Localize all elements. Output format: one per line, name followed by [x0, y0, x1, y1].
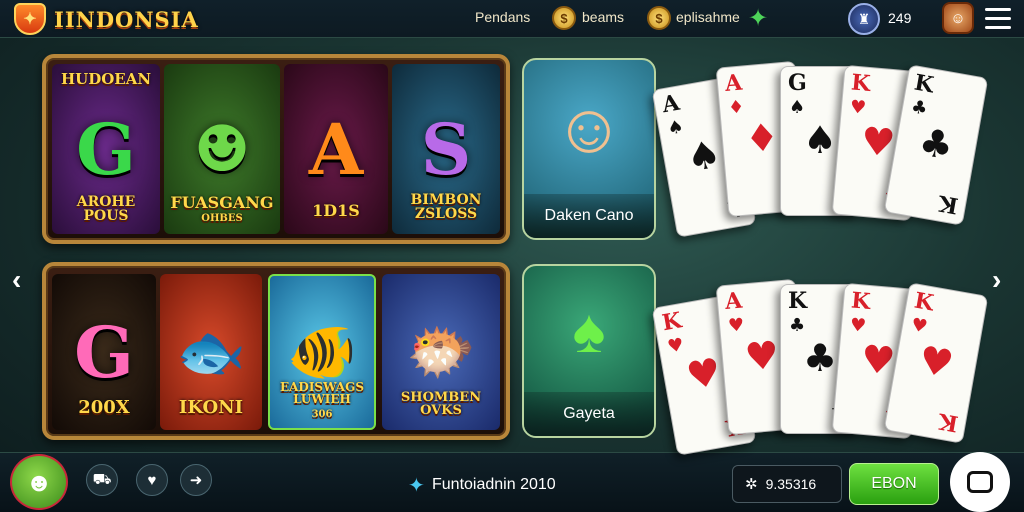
slot-tile-label: FUASGANG	[170, 193, 274, 213]
coin-icon: $	[552, 6, 576, 30]
slot-tile[interactable]: A 1D1S	[284, 64, 388, 234]
hamburger-menu-icon[interactable]	[985, 8, 1011, 30]
slot-tile[interactable]: ☻ FUASGANG OHBES	[164, 64, 280, 234]
nav-link-pendans[interactable]: Pendans	[475, 9, 530, 25]
slot-tile-top-label: HUDOEAN	[60, 70, 152, 88]
slot-tile-symbol: S	[420, 107, 472, 191]
slots-panel-bottom: G 200X 🐟 IKONI 🐠 EADISWAGS LUWIEH 306 🐡 …	[42, 262, 510, 440]
cart-icon[interactable]: ⛟	[86, 464, 118, 496]
game-emblem-icon: ♠	[572, 297, 606, 366]
slot-tile-label: IKONI	[178, 397, 244, 419]
chat-bubble-icon	[967, 471, 993, 493]
slot-tile[interactable]: S BIMBON ZSLOSS	[392, 64, 500, 234]
card-rank-bottom: K	[936, 189, 961, 219]
live-game-card[interactable]: ☺ Daken Cano	[522, 58, 656, 240]
next-arrow-icon[interactable]: ›	[992, 264, 1001, 296]
balance-value: 249	[888, 10, 912, 26]
card-rank: K	[912, 69, 936, 99]
slot-tile-symbol: G	[74, 310, 134, 394]
brand-logo-icon[interactable]: ✦	[14, 3, 46, 35]
slot-tile-symbol: G	[76, 107, 136, 191]
card-rank-bottom: K	[936, 407, 961, 437]
slot-tile-label: SHOMBEN OVKS	[400, 389, 482, 419]
fish-icon: 🐟	[176, 320, 246, 383]
logo-glyph: ✦	[23, 11, 37, 28]
bet-amount-field[interactable]: ✲ 9.35316	[732, 465, 842, 503]
slot-tile-sublabel: OHBES	[201, 212, 243, 224]
card-rank: K	[912, 287, 936, 317]
card-suit-icon: ♣	[789, 315, 806, 336]
prev-arrow-icon[interactable]: ‹	[12, 264, 21, 296]
slot-tile[interactable]: HUDOEAN G AROHE POUS	[52, 64, 160, 234]
card-suit-icon: ♥	[849, 96, 868, 119]
card-suit-icon: ♥	[849, 314, 868, 337]
nav-link-eplisahme[interactable]: eplisahme	[676, 9, 740, 25]
brand-title: IINDONSIA	[54, 7, 199, 32]
card-rank: A	[660, 89, 682, 119]
card-rank: G	[788, 70, 807, 96]
forward-icon[interactable]: ➜	[180, 464, 212, 496]
slot-tile-symbol: A	[308, 107, 364, 191]
avatar[interactable]: ☺	[942, 2, 974, 34]
chat-button[interactable]	[950, 452, 1010, 512]
slot-tile[interactable]: 🐟 IKONI	[160, 274, 262, 430]
card-suit-icon: ♦	[727, 96, 746, 119]
mascot-avatar[interactable]: ☻	[10, 454, 68, 510]
diamond-icon: ✦	[408, 475, 425, 497]
goblin-icon: ☻	[193, 111, 251, 187]
live-game-name: Gayeta	[524, 392, 654, 436]
gear-icon: ✲	[745, 476, 758, 493]
slot-tile[interactable]: G 200X	[52, 274, 156, 430]
card-suit-icon: ♥	[727, 314, 746, 337]
slot-tile-label: BIMBON ZSLOSS	[410, 191, 482, 223]
slots-panel-top: HUDOEAN G AROHE POUS ☻ FUASGANG OHBES A …	[42, 54, 510, 244]
coin-icon-2: $	[647, 6, 671, 30]
fish-icon: 🐡	[406, 320, 476, 383]
slot-tile[interactable]: 🐠 EADISWAGS LUWIEH 306	[268, 274, 376, 430]
nav-link-beams[interactable]: beams	[582, 9, 624, 25]
card-rank: A	[723, 69, 744, 97]
fish-icon: 🐠	[287, 320, 357, 383]
card-rank: K	[660, 307, 684, 337]
slot-tile-sublabel: 306	[311, 408, 333, 420]
slot-tile-label: 1D1S	[312, 201, 360, 221]
card-rank: K	[850, 69, 872, 98]
wallet-icon[interactable]: ♜	[848, 3, 880, 35]
promo-text[interactable]: Funtoiadnin 2010	[432, 476, 556, 494]
card-rank: A	[723, 287, 744, 315]
live-game-card[interactable]: ♠ Gayeta	[522, 264, 656, 438]
play-button[interactable]: EBON	[849, 463, 939, 505]
card-center-suit-icon: ♣	[915, 118, 957, 169]
slot-tile-label: AROHE POUS	[76, 193, 136, 225]
slot-tile-label: EADISWAGS LUWIEH	[279, 379, 365, 407]
bet-amount-value: 9.35316	[765, 476, 817, 492]
live-game-name: Daken Cano	[524, 194, 654, 238]
card-rank: K	[850, 287, 872, 316]
favorite-icon[interactable]: ♥	[136, 464, 168, 496]
card-suit-icon: ♠	[789, 97, 806, 118]
slot-tile[interactable]: 🐡 SHOMBEN OVKS	[382, 274, 500, 430]
card-center-suit-icon: ♥	[915, 336, 957, 387]
card-rank: K	[788, 288, 808, 314]
dealer-icon: ☺	[553, 89, 625, 167]
star-icon[interactable]: ✦	[748, 4, 768, 33]
slot-tile-label: 200X	[78, 397, 130, 419]
